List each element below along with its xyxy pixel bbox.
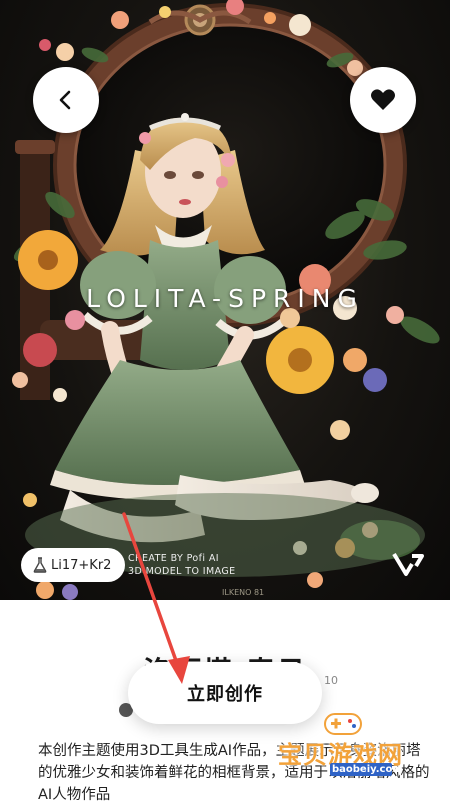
theme-cover-title: LOLITA-SPRING	[86, 284, 364, 313]
credit-text: CREATE BY Pofi AI 3D MODEL TO IMAGE	[128, 552, 235, 578]
credit-line-method: 3D MODEL TO IMAGE	[128, 566, 236, 577]
create-now-button[interactable]: 立即创作	[128, 662, 322, 724]
chevron-left-icon	[59, 90, 71, 110]
back-button[interactable]	[33, 67, 99, 133]
credit-line-creator: CREATE BY Pofi AI	[128, 553, 219, 564]
model-tag-chip[interactable]: Li17+Kr2	[21, 548, 126, 582]
heart-icon	[371, 89, 395, 110]
theme-cover-image: LOLITA-SPRING Li17+Kr2 CREATE BY Pofi AI…	[0, 0, 450, 600]
pofi-logo-icon	[392, 548, 428, 582]
favorite-button[interactable]	[350, 67, 416, 133]
usage-count: 10	[324, 674, 338, 687]
model-tag-label: Li17+Kr2	[51, 557, 112, 573]
image-caption: ILKENO 81	[222, 588, 265, 597]
watermark-site-url: baobeiy.com	[330, 763, 403, 776]
flask-icon	[33, 557, 47, 573]
